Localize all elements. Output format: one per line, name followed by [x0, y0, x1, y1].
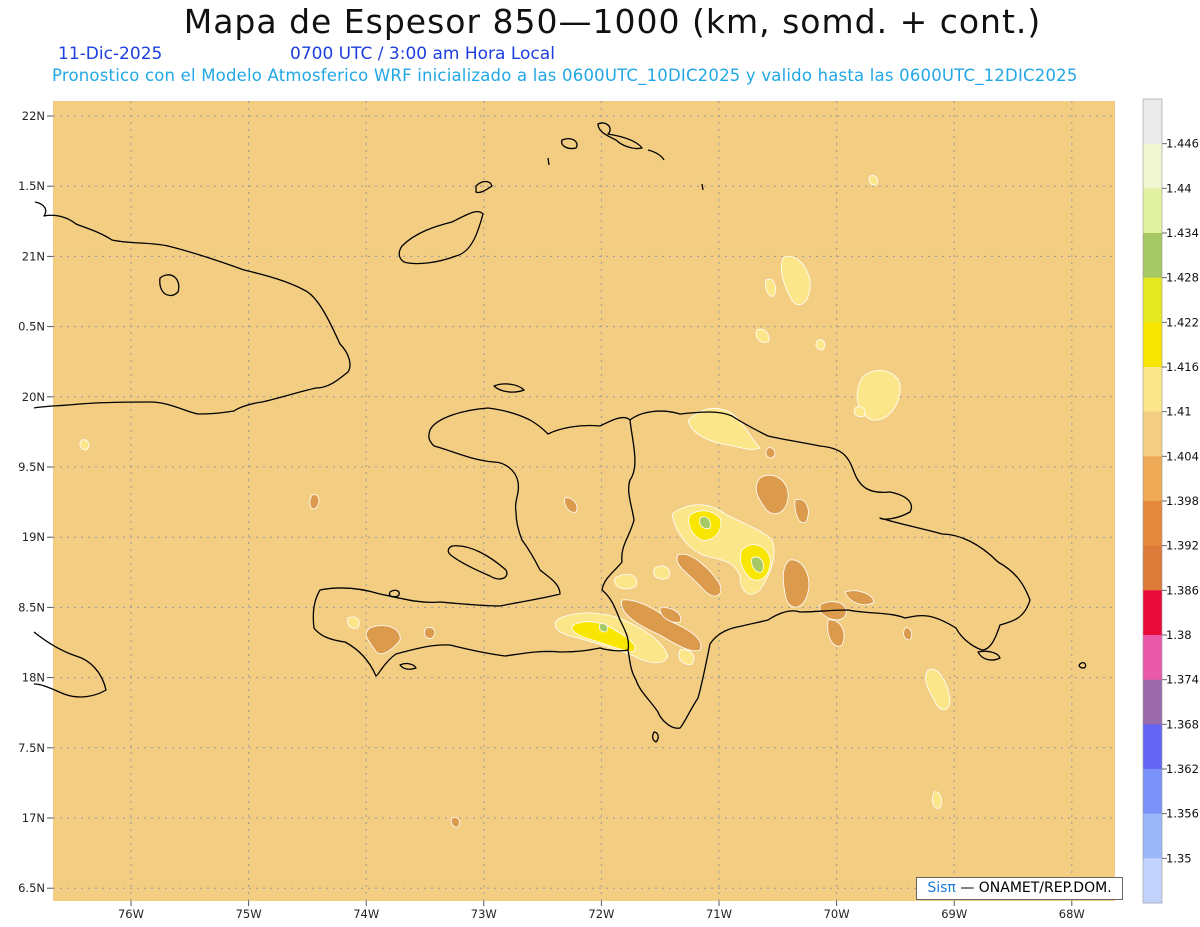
colorbar-swatch — [1143, 813, 1162, 859]
colorbar-swatch — [1143, 590, 1162, 636]
colorbar-label: 1.404 — [1166, 449, 1199, 463]
lat-label: 1.5N — [18, 179, 45, 193]
forecast-time: 0700 UTC / 3:00 am Hora Local — [290, 44, 555, 64]
map-panel — [53, 101, 1115, 901]
lat-label: 20N — [22, 390, 45, 404]
credit-box: Sisπ — ONAMET/REP.DOM. — [916, 877, 1123, 900]
colorbar-swatch — [1143, 858, 1162, 904]
lat-label: 8.5N — [18, 600, 45, 614]
contour-high-area — [932, 791, 942, 809]
colorbar-label: 1.434 — [1166, 226, 1199, 240]
colorbar-label: 1.374 — [1166, 673, 1199, 687]
colorbar-label: 1.446 — [1166, 137, 1199, 151]
forecast-subtitle: Pronostico con el Modelo Atmosferico WRF… — [52, 66, 1078, 85]
colorbar-label: 1.356 — [1166, 807, 1199, 821]
lat-label: 21N — [22, 249, 45, 263]
lon-label: 68W — [1059, 907, 1085, 921]
map-title: Mapa de Espesor 850—1000 (km, somd. + co… — [183, 2, 1042, 41]
colorbar-swatch — [1143, 277, 1162, 323]
colorbar-label: 1.416 — [1166, 360, 1199, 374]
colorbar-label: 1.392 — [1166, 539, 1199, 553]
colorbar-swatch — [1143, 367, 1162, 413]
colorbar-label: 1.428 — [1166, 271, 1199, 285]
colorbar-swatch — [1143, 724, 1162, 770]
contour-low-area — [450, 816, 460, 828]
contour-low-area — [765, 447, 776, 459]
lon-label: 70W — [824, 907, 850, 921]
lat-label: 18N — [22, 671, 45, 685]
lat-label: 0.5N — [18, 320, 45, 334]
colorbar-swatch — [1143, 99, 1162, 145]
lon-label: 74W — [353, 907, 379, 921]
colorbar-swatch — [1143, 188, 1162, 234]
colorbar-swatch — [1143, 456, 1162, 502]
colorbar-swatch — [1143, 143, 1162, 189]
forecast-date: 11-Dic-2025 — [58, 44, 163, 64]
contour-high-area — [79, 439, 90, 451]
colorbar-label: 1.38 — [1166, 628, 1192, 642]
colorbar-swatch — [1143, 233, 1162, 279]
contour-high-area — [614, 573, 638, 590]
colorbar-swatch — [1143, 411, 1162, 457]
lon-label: 73W — [471, 907, 497, 921]
colorbar-swatch — [1143, 322, 1162, 368]
colorbar-label: 1.368 — [1166, 717, 1199, 731]
colorbar-label: 1.41 — [1166, 405, 1192, 419]
colorbar-label: 1.386 — [1166, 583, 1199, 597]
contour-high-area — [868, 175, 878, 186]
colorbar-label: 1.35 — [1166, 851, 1192, 865]
lon-label: 75W — [236, 907, 262, 921]
lat-label: 19N — [22, 530, 45, 544]
colorbar-label: 1.362 — [1166, 762, 1199, 776]
colorbar-label: 1.398 — [1166, 494, 1199, 508]
lon-label: 76W — [118, 907, 144, 921]
lat-label: 9.5N — [18, 460, 45, 474]
colorbar — [1142, 98, 1163, 904]
lat-label: 22N — [22, 109, 45, 123]
contour-high-area — [653, 565, 671, 580]
colorbar-labels: 1.446 1.44 1.434 1.428 1.422 1.416 1.41 1.404 1.… — [1162, 137, 1199, 865]
contour-low-area — [424, 627, 436, 639]
colorbar-swatch — [1143, 679, 1162, 725]
colorbar-swatch — [1143, 635, 1162, 681]
lon-label: 69W — [941, 907, 967, 921]
lat-label: 6.5N — [18, 881, 45, 895]
colorbar-swatch — [1143, 501, 1162, 547]
contour-high-area — [853, 406, 866, 417]
credit-brand: Sisπ — [927, 880, 956, 896]
latitude-labels: 22N 1.5N 21N 0.5N 20N 9.5N 19N 8.5N 18N 7.5N 17N 6.… — [18, 109, 53, 895]
colorbar-label: 1.44 — [1166, 181, 1192, 195]
lat-label: 7.5N — [18, 741, 45, 755]
contour-low-area — [903, 627, 913, 641]
colorbar-swatch — [1143, 545, 1162, 591]
credit-org: — ONAMET/REP.DOM. — [960, 880, 1112, 896]
lon-label: 72W — [588, 907, 614, 921]
colorbar-swatch — [1143, 769, 1162, 815]
lon-label: 71W — [706, 907, 732, 921]
contour-high-area — [815, 339, 826, 351]
lat-label: 17N — [22, 811, 45, 825]
colorbar-label: 1.422 — [1166, 315, 1199, 329]
thickness-map: 22N 1.5N 21N 0.5N 20N 9.5N 19N 8.5N 18N 7.5N 17N 6.… — [18, 98, 1199, 921]
longitude-labels: 76W 75W 74W 73W 72W 71W 70W 69W 68W — [118, 901, 1085, 921]
